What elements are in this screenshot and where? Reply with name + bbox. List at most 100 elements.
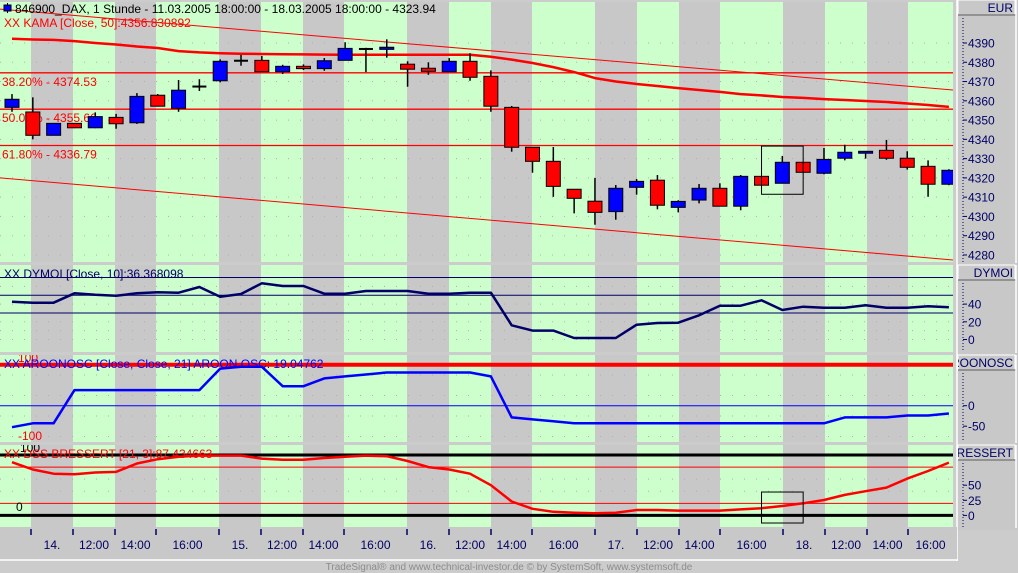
candle[interactable] bbox=[212, 59, 228, 83]
axis-tick-label: 4280 bbox=[968, 248, 995, 262]
axis-tick-label: 4390 bbox=[968, 37, 995, 51]
fibonacci-level-label: 38.20% - 4374.53 bbox=[2, 75, 97, 89]
candle[interactable] bbox=[483, 70, 499, 112]
dss-indicator-label: XX DSS BRESSERT [21, 3]:87.434663 bbox=[4, 447, 213, 461]
price-panel: 38.20% - 4374.5350.00% - 4355.6661.80% -… bbox=[0, 2, 956, 262]
session-band bbox=[720, 2, 783, 262]
candle-body-up bbox=[858, 150, 874, 154]
candle-body-up bbox=[129, 95, 145, 124]
candle-body-down bbox=[25, 111, 41, 136]
off-session-band bbox=[595, 2, 637, 262]
aroon-min-label: -100 bbox=[18, 429, 42, 443]
fibonacci-level-label: 61.80% - 4336.79 bbox=[2, 148, 97, 162]
dss-min-label: 0 bbox=[16, 500, 23, 514]
candle-body-down bbox=[504, 106, 520, 148]
candle-body-up bbox=[275, 65, 291, 73]
candle-body-down bbox=[920, 165, 936, 185]
time-tick-label: 14:00 bbox=[872, 538, 902, 552]
kama-indicator-label: XX KAMA [Close, 50]:4356.830892 bbox=[4, 16, 191, 30]
session-band bbox=[637, 2, 679, 262]
dymoi-indicator-label: XX DYMOI [Close, 10]:36.368098 bbox=[4, 267, 184, 281]
axis-tick-label: 4330 bbox=[968, 152, 995, 166]
time-tick-label: 14:00 bbox=[308, 538, 338, 552]
candle-body-up bbox=[941, 169, 953, 185]
session-band bbox=[449, 2, 491, 262]
time-tick-label: 16:00 bbox=[548, 538, 578, 552]
session-band bbox=[449, 355, 491, 442]
candle-body-down bbox=[525, 146, 540, 162]
candle-body-up bbox=[691, 187, 707, 201]
off-session-band bbox=[867, 355, 908, 442]
off-session-band bbox=[679, 355, 720, 442]
time-tick-label: 14. bbox=[44, 538, 61, 552]
time-tick-label: 16:00 bbox=[736, 538, 766, 552]
candle[interactable] bbox=[941, 169, 956, 186]
axis-tick-label: 25 bbox=[968, 494, 982, 508]
candle-body-down bbox=[545, 160, 561, 187]
candle-body-up bbox=[4, 98, 20, 108]
off-session-band bbox=[115, 2, 156, 262]
time-tick-label: 16. bbox=[420, 538, 437, 552]
candle-body-down bbox=[295, 65, 311, 70]
axis-tick-label: 50 bbox=[968, 479, 982, 493]
axis-tick-label: 20 bbox=[968, 315, 982, 329]
session-band bbox=[825, 355, 867, 442]
candle-body-up bbox=[212, 60, 228, 82]
candle-body-up bbox=[441, 60, 457, 73]
off-session-band bbox=[407, 2, 449, 262]
candle[interactable] bbox=[129, 93, 145, 124]
candle[interactable] bbox=[504, 106, 520, 152]
candle-body-up bbox=[629, 180, 645, 188]
candle-body-up bbox=[774, 161, 790, 184]
session-band bbox=[825, 2, 867, 262]
aroon-indicator-label: XX AROONOSC [Close, Close, 21] AROON OSC… bbox=[4, 357, 324, 371]
session-band bbox=[908, 2, 953, 262]
candle-body-down bbox=[66, 122, 82, 129]
time-tick-label: 15. bbox=[232, 538, 249, 552]
session-band bbox=[156, 2, 219, 262]
candle[interactable] bbox=[649, 174, 665, 210]
time-tick-label: 14:00 bbox=[496, 538, 526, 552]
candle-body-down bbox=[462, 60, 478, 78]
off-session-band bbox=[407, 355, 449, 442]
candle[interactable] bbox=[733, 174, 749, 211]
axis-tick-label: 4290 bbox=[968, 229, 995, 243]
off-session-band bbox=[679, 2, 720, 262]
candle-body-down bbox=[587, 200, 603, 213]
candle-body-down bbox=[899, 157, 915, 168]
time-tick-label: 12:00 bbox=[831, 538, 861, 552]
time-axis: 14. 12:00 14:00 16:00 15. 12:00 14:00 16:00 16. 1… bbox=[0, 527, 958, 561]
axis-tick-label: 0 bbox=[968, 333, 975, 347]
axis-tick-label: 4320 bbox=[968, 171, 995, 185]
time-tick-label: 17. bbox=[608, 538, 625, 552]
candle-body-down bbox=[878, 149, 894, 159]
axis-header-label: EUR bbox=[988, 1, 1014, 15]
footer-credits: TradeSignal® and www.technical-investor.… bbox=[326, 562, 693, 573]
axis-tick-label: 0 bbox=[968, 509, 975, 523]
tradesignal-chart: 38.20% - 4374.5350.00% - 4355.6661.80% -… bbox=[0, 0, 1018, 573]
time-tick-label: 12:00 bbox=[455, 538, 485, 552]
candle-body-down bbox=[108, 116, 124, 125]
candle-body-up bbox=[670, 200, 686, 208]
axis-tick-label: 0 bbox=[968, 399, 975, 413]
candle-body-down bbox=[400, 63, 416, 70]
session-band bbox=[532, 355, 595, 442]
candle-body-up bbox=[46, 122, 62, 136]
candle[interactable] bbox=[150, 94, 166, 107]
candle-body-down bbox=[483, 75, 499, 107]
candle[interactable] bbox=[66, 122, 82, 129]
axis-tick-label: 4340 bbox=[968, 133, 995, 147]
session-band bbox=[344, 355, 407, 442]
off-session-band bbox=[491, 355, 532, 442]
time-tick-label: 12:00 bbox=[267, 538, 297, 552]
axis-tick-label: 4300 bbox=[968, 210, 995, 224]
axis-tick-label: 4310 bbox=[968, 191, 995, 205]
candle-body-up bbox=[837, 151, 853, 159]
dss-panel: 1000XX DSS BRESSERT [21, 3]:87.434663 bbox=[0, 445, 953, 527]
candle-body-up bbox=[337, 47, 353, 61]
candle[interactable] bbox=[46, 122, 62, 136]
candle-body-down bbox=[712, 187, 728, 207]
time-tick-label: 12:00 bbox=[643, 538, 673, 552]
candle-body-down bbox=[150, 94, 166, 107]
candle-body-up bbox=[733, 175, 749, 207]
